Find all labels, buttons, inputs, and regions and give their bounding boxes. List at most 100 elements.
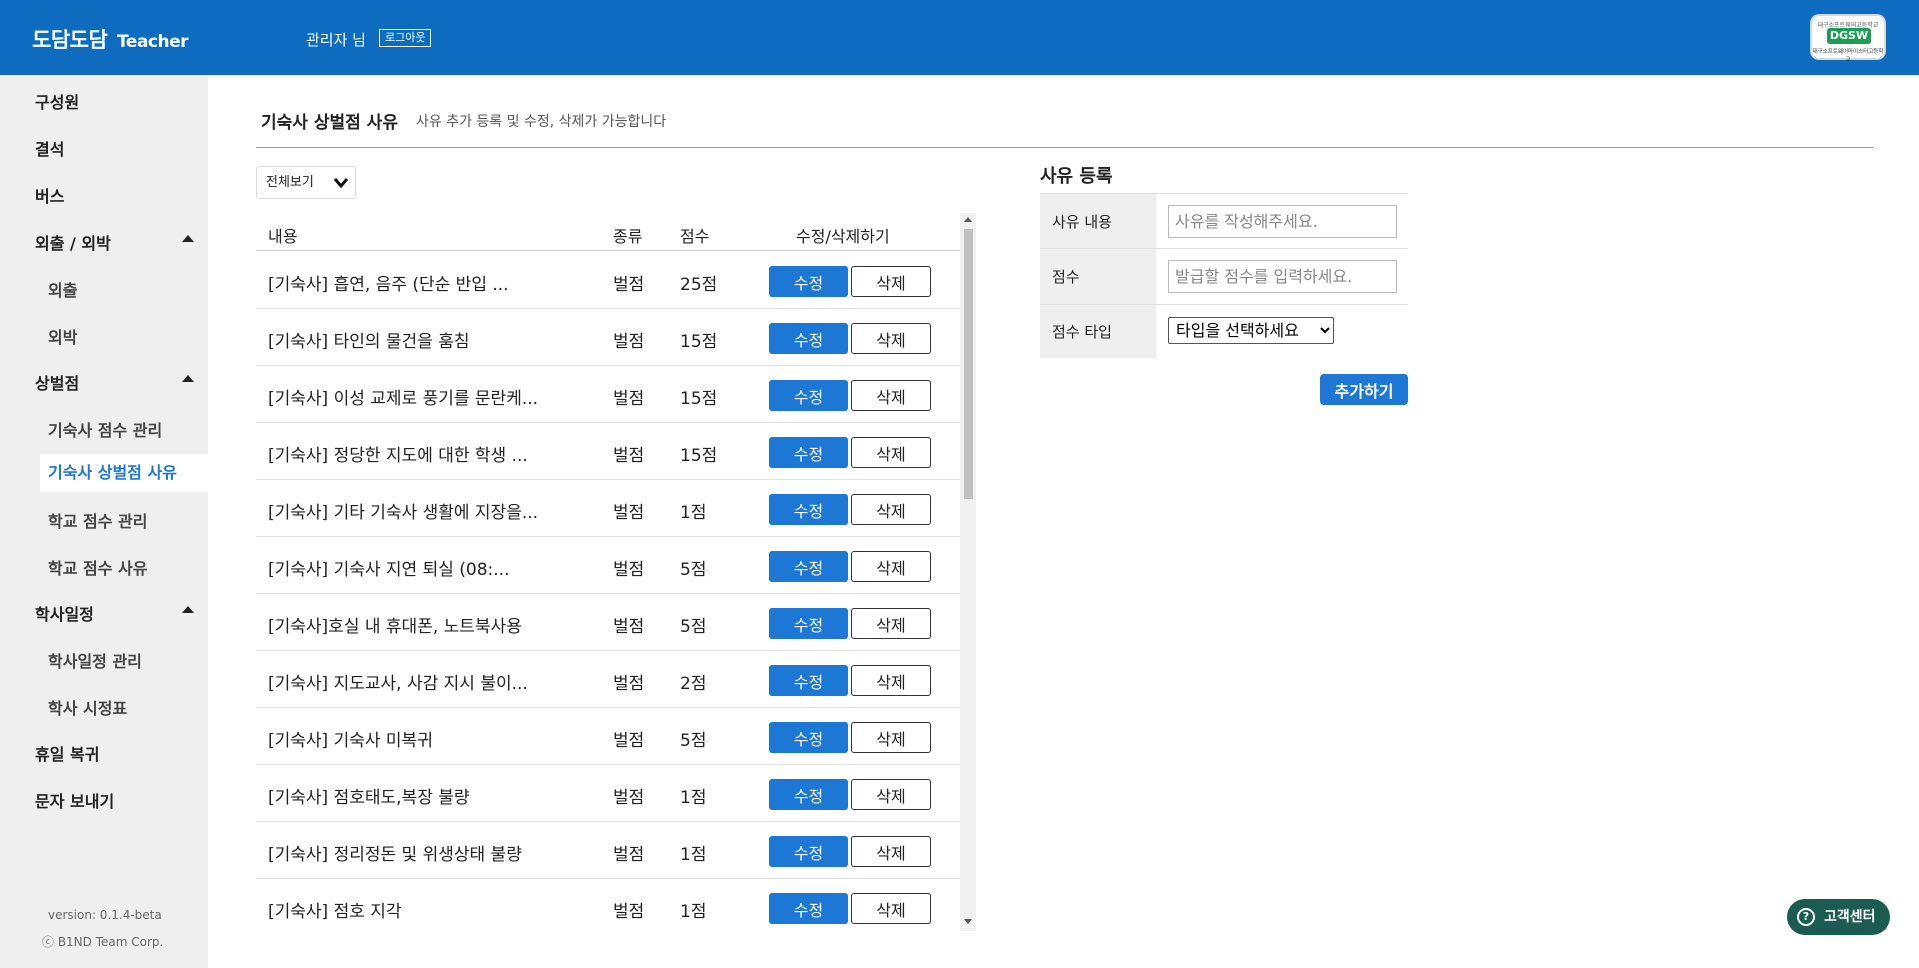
row-type: 벌점 (613, 845, 645, 865)
delete-button[interactable]: 삭제 (851, 551, 931, 582)
table-row: [기숙사] 타인의 물건을 훔침 벌점 15점 수정 삭제 (256, 309, 960, 366)
row-content: [기숙사] 점호태도,복장 불량 (268, 788, 470, 808)
row-score: 15점 (680, 332, 718, 352)
row-score: 1점 (680, 845, 707, 865)
sidebar-item-school-reasons[interactable]: 학교 점수 사유 (48, 555, 147, 579)
delete-button[interactable]: 삭제 (851, 836, 931, 867)
reason-label: 사유 내용 (1040, 194, 1156, 248)
row-type: 벌점 (613, 560, 645, 580)
school-logo-bottom: 대구소프트웨어마이스터고등학교 (1812, 49, 1884, 63)
row-type: 벌점 (613, 332, 645, 352)
edit-button[interactable]: 수정 (769, 380, 848, 411)
delete-button[interactable]: 삭제 (851, 437, 931, 468)
collapse-caret-icon[interactable] (182, 606, 194, 613)
sidebar-item-school-points[interactable]: 학교 점수 관리 (48, 508, 147, 532)
sidebar-item-holiday[interactable]: 휴일 복귀 (35, 741, 99, 765)
brand-sub: Teacher (117, 32, 189, 52)
form-row-type: 점수 타입 타입을 선택하세요 (1040, 305, 1408, 358)
sidebar-item-bus[interactable]: 버스 (35, 183, 64, 207)
edit-button[interactable]: 수정 (769, 665, 848, 696)
scroll-up-icon[interactable] (964, 217, 972, 222)
school-logo-mark: DGSW (1827, 28, 1871, 44)
edit-button[interactable]: 수정 (769, 893, 848, 924)
delete-button[interactable]: 삭제 (851, 779, 931, 810)
row-content: [기숙사] 점호 지각 (268, 902, 402, 922)
customer-center-button[interactable]: ? 고객센터 (1787, 899, 1890, 935)
table-row: [기숙사] 정리정돈 및 위생상태 불량 벌점 1점 수정 삭제 (256, 822, 960, 879)
sidebar-item-dorm-points[interactable]: 기숙사 점수 관리 (48, 417, 162, 441)
sidebar-item-outing-group[interactable]: 외출 / 외박 (35, 230, 111, 254)
form-row-score: 점수 (1040, 249, 1408, 305)
row-score: 5점 (680, 560, 707, 580)
sidebar-item-dorm-reasons[interactable]: 기숙사 상벌점 사유 (40, 454, 208, 492)
scroll-thumb[interactable] (964, 229, 973, 499)
header-type: 종류 (613, 227, 643, 246)
delete-button[interactable]: 삭제 (851, 608, 931, 639)
delete-button[interactable]: 삭제 (851, 323, 931, 354)
delete-button[interactable]: 삭제 (851, 893, 931, 924)
row-score: 1점 (680, 788, 707, 808)
table-scrollbar[interactable] (960, 213, 976, 931)
sidebar-item-schedule-manage[interactable]: 학사일정 관리 (48, 648, 142, 672)
filter-label: 전체보기 (266, 175, 314, 190)
sidebar-item-points-group[interactable]: 상벌점 (35, 370, 79, 394)
edit-button[interactable]: 수정 (769, 722, 848, 753)
row-score: 5점 (680, 731, 707, 751)
sidebar-item-absence[interactable]: 결석 (35, 136, 64, 160)
row-type: 벌점 (613, 617, 645, 637)
table-row: [기숙사] 흡연, 음주 (단순 반입 ... 벌점 25점 수정 삭제 (256, 252, 960, 309)
row-content: [기숙사]호실 내 휴대폰, 노트북사용 (268, 617, 522, 637)
edit-button[interactable]: 수정 (769, 779, 848, 810)
row-content: [기숙사] 지도교사, 사감 지시 불이... (268, 674, 528, 694)
table-row: [기숙사] 점호 지각 벌점 1점 수정 삭제 (256, 879, 960, 931)
delete-button[interactable]: 삭제 (851, 266, 931, 297)
row-type: 벌점 (613, 902, 645, 922)
row-content: [기숙사] 기숙사 미복귀 (268, 731, 433, 751)
delete-button[interactable]: 삭제 (851, 722, 931, 753)
sidebar-item-members[interactable]: 구성원 (35, 89, 79, 113)
sidebar-item-overnight[interactable]: 외박 (48, 324, 77, 348)
logout-button[interactable]: 로그아웃 (379, 29, 432, 47)
edit-button[interactable]: 수정 (769, 608, 848, 639)
score-input[interactable] (1168, 260, 1397, 293)
row-score: 25점 (680, 275, 718, 295)
row-content: [기숙사] 흡연, 음주 (단순 반입 ... (268, 275, 509, 295)
reason-input[interactable] (1168, 205, 1397, 238)
sidebar-item-outing[interactable]: 외출 (48, 277, 77, 301)
school-logo: 대구소프트웨어고등학교 DGSW 대구소프트웨어마이스터고등학교 (1810, 14, 1886, 63)
delete-button[interactable]: 삭제 (851, 665, 931, 696)
delete-button[interactable]: 삭제 (851, 380, 931, 411)
table-row: [기숙사] 기숙사 미복귀 벌점 5점 수정 삭제 (256, 708, 960, 765)
score-label: 점수 (1040, 249, 1156, 304)
type-select[interactable]: 타입을 선택하세요 (1168, 317, 1334, 344)
row-content: [기숙사] 정리정돈 및 위생상태 불량 (268, 845, 522, 865)
header-content: 내용 (268, 227, 298, 246)
page-title: 기숙사 상벌점 사유 (261, 113, 398, 133)
row-type: 벌점 (613, 674, 645, 694)
row-score: 1점 (680, 503, 707, 523)
brand-logo[interactable]: 도담도담 Teacher (32, 24, 189, 54)
add-button[interactable]: 추가하기 (1320, 374, 1408, 405)
filter-dropdown[interactable]: 전체보기 (256, 166, 356, 199)
table-row: [기숙사] 기숙사 지연 퇴실 (08:... 벌점 5점 수정 삭제 (256, 537, 960, 594)
table-header: 내용 종류 점수 수정/삭제하기 (256, 213, 960, 251)
delete-button[interactable]: 삭제 (851, 494, 931, 525)
edit-button[interactable]: 수정 (769, 437, 848, 468)
form-row-reason: 사유 내용 (1040, 193, 1408, 249)
edit-button[interactable]: 수정 (769, 836, 848, 867)
row-type: 벌점 (613, 788, 645, 808)
edit-button[interactable]: 수정 (769, 494, 848, 525)
collapse-caret-icon[interactable] (182, 235, 194, 242)
edit-button[interactable]: 수정 (769, 551, 848, 582)
edit-button[interactable]: 수정 (769, 323, 848, 354)
collapse-caret-icon[interactable] (182, 375, 194, 382)
sidebar-item-schedule-group[interactable]: 학사일정 (35, 601, 94, 625)
sidebar-item-timetable[interactable]: 학사 시정표 (48, 695, 127, 719)
sidebar: 구성원 결석 버스 외출 / 외박 외출 외박 상벌점 기숙사 점수 관리 기숙… (0, 75, 208, 968)
table-row: [기숙사]호실 내 휴대폰, 노트북사용 벌점 5점 수정 삭제 (256, 594, 960, 651)
scroll-down-icon[interactable] (964, 919, 972, 924)
brand-name: 도담도담 (32, 28, 108, 52)
edit-button[interactable]: 수정 (769, 266, 848, 297)
version-label: version: 0.1.4-beta (48, 908, 162, 922)
sidebar-item-sms[interactable]: 문자 보내기 (35, 788, 114, 812)
